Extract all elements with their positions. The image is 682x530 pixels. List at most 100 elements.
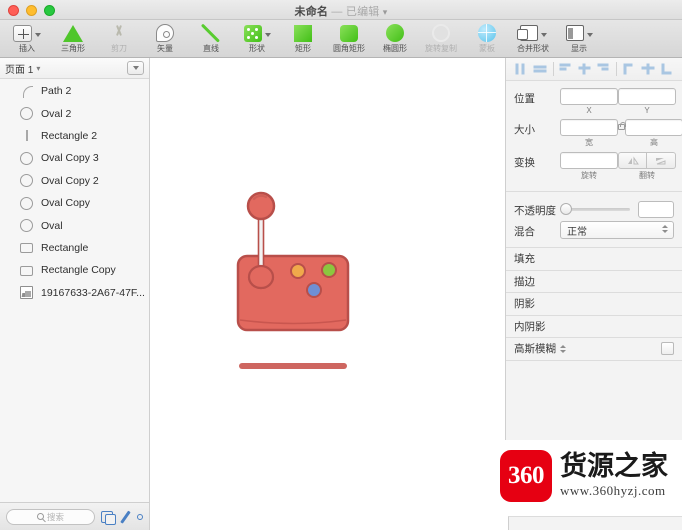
list-item[interactable]: Path 2 [0,80,149,102]
distribute-left-icon[interactable] [620,60,639,78]
rectangle-icon [20,265,33,276]
page-header[interactable]: 页面 1 ▾ [0,58,149,79]
vertical-line-icon [20,129,33,142]
canvas-area[interactable] [151,58,505,530]
toolbar-item-display[interactable]: 显示 [556,22,602,54]
opacity-slider[interactable] [560,202,630,216]
toolbar-item-scissors[interactable]: 剪刀 [96,22,142,54]
stepper-icon[interactable] [662,225,668,233]
list-item[interactable]: Rectangle Copy [0,259,149,281]
watermark-logo: 360 [500,450,552,502]
section-fill[interactable]: 填充 [506,248,682,271]
flip-vertical-icon[interactable] [647,152,676,169]
scissors-icon [110,24,128,42]
pencil-icon[interactable] [119,511,131,523]
small-oval-icon[interactable] [137,513,143,520]
align-top-icon[interactable] [556,60,575,78]
toolbar-label: 矩形 [295,44,311,53]
size-height-field[interactable] [625,119,682,136]
toolbar-item-rectangle[interactable]: 矩形 [280,22,326,54]
chevron-down-icon[interactable]: ▾ [36,64,40,73]
blur-checkbox[interactable] [661,342,674,356]
list-item[interactable]: 19167633-2A67-47F... [0,282,149,304]
updown-chevron-icon[interactable] [560,344,566,353]
chevron-down-icon[interactable] [586,33,593,37]
toolbar-item-insert[interactable]: 插入 [4,22,50,54]
opacity-label: 不透明度 [514,205,556,217]
oval-icon [20,219,33,233]
toolbar-item-rotate-copy[interactable]: 旋转复制 [418,22,464,54]
document-title-separator: — [331,6,343,18]
watermark-url: www.360hyzj.com [560,482,666,498]
position-x-field[interactable] [560,88,618,105]
inspector-panel: 位置 X Y 大小 宽 高 变换 旋转 翻转 不透明度 混合 正常 填充 描边 … [505,58,682,440]
layer-name: Oval 2 [41,107,72,120]
list-item[interactable]: Rectangle [0,237,149,259]
blend-label: 混合 [514,226,535,238]
document-title: 未命名 — 已编辑 ▾ [0,3,682,19]
list-item[interactable]: Oval Copy 3 [0,147,149,169]
section-shadow[interactable]: 阴影 [506,293,682,316]
chevron-down-icon[interactable] [264,33,271,37]
list-item[interactable]: Rectangle 2 [0,125,149,147]
toolbar-item-vector[interactable]: 矢量 [142,22,188,54]
align-middle-icon[interactable] [575,60,594,78]
rounded-rectangle-icon [340,24,358,42]
document-edited-badge: 已编辑 [345,6,380,18]
search-input[interactable]: 搜索 [6,508,95,525]
opacity-field[interactable] [638,200,674,218]
toolbar-label: 旋转复制 [425,44,457,53]
size-height-sublabel: 高 [650,138,658,147]
toolbar-item-line[interactable]: 直线 [188,22,234,54]
flip-sublabel: 翻转 [639,171,655,180]
blend-row: 混合 正常 [506,219,682,241]
size-width-sublabel: 宽 [585,138,593,147]
size-width-field[interactable] [560,119,618,136]
oval-icon [20,151,33,165]
page-name-label: 页面 1 [5,64,34,76]
section-inner-shadow[interactable]: 内阴影 [506,316,682,338]
line-icon [202,24,221,43]
flip-horizontal-icon[interactable] [618,152,647,169]
blend-mode-select[interactable]: 正常 [560,221,674,239]
slider-knob[interactable] [560,203,572,215]
distribute-center-icon[interactable] [638,60,657,78]
chevron-down-icon[interactable] [540,33,547,37]
list-item[interactable]: Oval Copy 2 [0,170,149,192]
chevron-down-icon[interactable]: ▾ [383,7,388,17]
size-label: 大小 [514,124,535,136]
position-y-field[interactable] [618,88,676,105]
insert-plus-icon [13,24,32,42]
align-bottom-icon[interactable] [594,60,613,78]
toolbar-item-shapes[interactable]: 形状 [234,22,280,54]
list-item[interactable]: Oval Copy [0,192,149,214]
geometry-section: 位置 X Y 大小 宽 高 变换 旋转 翻转 [506,81,682,192]
toolbar-item-merge-shapes[interactable]: 合并形状 [510,22,556,54]
toolbar-item-mask[interactable]: 蒙板 [464,22,510,54]
section-gaussian-blur[interactable]: 高斯模糊 [506,338,682,361]
layer-name: Rectangle [41,241,89,254]
distribute-right-icon[interactable] [657,60,676,78]
align-left-icon[interactable] [512,60,531,78]
alignment-toolbar [506,58,682,81]
align-center-horizontal-icon[interactable] [531,60,550,78]
toolbar-label: 圆角矩形 [333,44,365,53]
toolbar-item-ellipse[interactable]: 椭圆形 [372,22,418,54]
triangle-icon [63,24,83,42]
oval-icon [20,174,33,188]
divider [615,62,617,76]
duplicate-icon[interactable] [101,510,116,525]
toolbar-item-triangle[interactable]: 三角形 [50,22,96,54]
page-options-icon[interactable] [127,61,144,75]
toolbar-item-rounded-rectangle[interactable]: 圆角矩形 [326,22,372,54]
watermark: 360 货源之家 www.360hyzj.com [500,450,668,502]
chevron-down-icon[interactable] [35,33,41,37]
ellipse-icon [386,24,404,42]
rotation-field[interactable] [560,152,618,169]
section-border[interactable]: 描边 [506,271,682,293]
lock-aspect-ratio-icon[interactable] [618,119,627,130]
list-item[interactable]: Oval [0,214,149,236]
list-item[interactable]: Oval 2 [0,102,149,124]
blend-mode-value: 正常 [567,226,587,238]
merge-shapes-icon [516,25,538,41]
